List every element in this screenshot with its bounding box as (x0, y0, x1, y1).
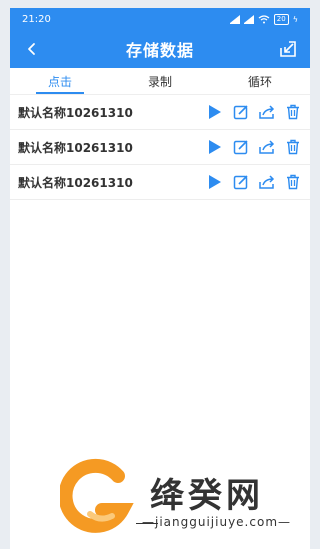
watermark-brand: 绛癸网 (150, 476, 264, 516)
status-time: 21:20 (22, 13, 51, 25)
play-button[interactable] (206, 103, 224, 121)
share-button[interactable] (258, 103, 276, 121)
app-bar: 存储数据 (10, 30, 310, 68)
share-button[interactable] (258, 173, 276, 191)
status-bar: 21:20 20 ϟ (10, 8, 310, 30)
tab-loop[interactable]: 循环 (210, 68, 310, 94)
page-title: 存储数据 (125, 41, 194, 60)
delete-icon (287, 174, 299, 190)
status-icons: 20 ϟ (229, 13, 298, 25)
back-button[interactable] (20, 37, 44, 61)
back-icon (28, 43, 35, 55)
edit-icon (233, 105, 248, 120)
signal-icon-2 (243, 14, 254, 24)
delete-icon (287, 139, 299, 155)
watermark: 绛癸网 —jiangguijiuye.com— (58, 458, 310, 540)
play-button[interactable] (206, 138, 224, 156)
watermark-logo (58, 458, 134, 533)
tab-record[interactable]: 录制 (110, 68, 210, 94)
share-icon (259, 105, 275, 119)
share-button[interactable] (258, 138, 276, 156)
edit-button[interactable] (232, 103, 250, 121)
item-name: 默认名称10261310 (18, 175, 133, 190)
signal-icon (229, 14, 240, 24)
battery-icon: 20 (273, 13, 289, 25)
item-actions (206, 103, 302, 121)
tab-click[interactable]: 点击 (10, 68, 110, 94)
item-actions (206, 138, 302, 156)
item-name: 默认名称10261310 (18, 140, 133, 155)
list-item[interactable]: 默认名称10261310 (10, 165, 310, 200)
export-icon (280, 41, 296, 57)
list-item[interactable]: 默认名称10261310 (10, 95, 310, 130)
wifi-icon (258, 14, 270, 23)
charging-icon: ϟ (292, 14, 298, 24)
edit-button[interactable] (232, 138, 250, 156)
delete-button[interactable] (284, 103, 302, 121)
play-icon (209, 140, 221, 154)
export-button[interactable] (276, 37, 300, 61)
tab-bar: 点击 录制 循环 (10, 68, 310, 95)
edit-icon (233, 140, 248, 155)
play-icon (209, 175, 221, 189)
list-item[interactable]: 默认名称10261310 (10, 130, 310, 165)
item-name: 默认名称10261310 (18, 105, 133, 120)
edit-button[interactable] (232, 173, 250, 191)
delete-button[interactable] (284, 138, 302, 156)
play-icon (209, 105, 221, 119)
delete-button[interactable] (284, 173, 302, 191)
share-icon (259, 140, 275, 154)
delete-icon (287, 104, 299, 120)
play-button[interactable] (206, 173, 224, 191)
item-actions (206, 173, 302, 191)
watermark-url: —jiangguijiuye.com— (135, 515, 292, 529)
edit-icon (233, 175, 248, 190)
share-icon (259, 175, 275, 189)
saved-list: 默认名称10261310 默认名称10261310 默认名称10261310 (10, 95, 310, 200)
